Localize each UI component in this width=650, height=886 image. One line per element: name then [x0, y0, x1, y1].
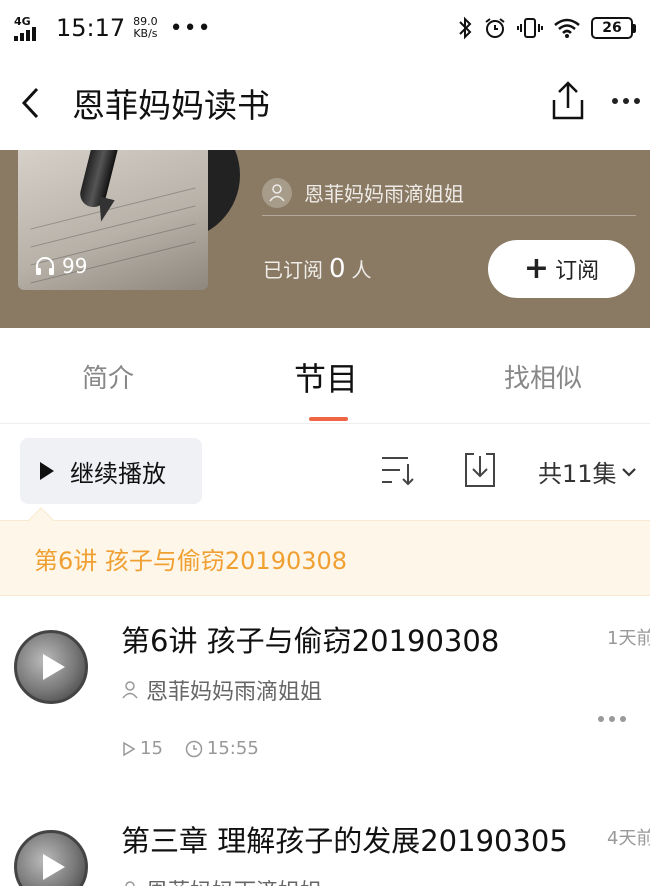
download-icon — [465, 453, 495, 487]
clock-icon — [185, 740, 203, 757]
album-header: 99 恩菲妈妈雨滴姐姐 已订阅 0 人 + 订阅 — [0, 150, 650, 328]
continue-play-button[interactable]: 继续播放 — [20, 438, 202, 504]
wifi-icon — [554, 18, 580, 38]
subscribe-button[interactable]: + 订阅 — [488, 240, 635, 298]
play-icon — [40, 462, 54, 480]
avatar — [262, 177, 292, 208]
episode-stats: 15 15:55 — [122, 738, 259, 759]
more-button[interactable] — [606, 86, 646, 116]
user-icon — [122, 681, 138, 699]
signal-icon: 4G — [14, 16, 48, 41]
battery-icon: 26 — [591, 17, 636, 39]
episode-author: 恩菲妈妈雨滴姐姐 — [122, 874, 322, 886]
tab-bar: 简介 节目 找相似 — [0, 328, 650, 424]
episode-count-dropdown[interactable]: 共11集 — [538, 454, 637, 489]
list-item[interactable]: 第6讲 孩子与偷窃20190308 1天前 恩菲妈妈雨滴姐姐 15 15:55 — [0, 600, 650, 800]
user-icon — [269, 183, 285, 201]
episode-play-button[interactable] — [14, 830, 88, 886]
subscriber-count: 0 — [329, 254, 346, 284]
play-icon — [43, 654, 65, 680]
headphones-icon — [36, 257, 54, 275]
alarm-icon — [485, 18, 505, 38]
episode-play-button[interactable] — [14, 630, 88, 704]
author-row[interactable]: 恩菲妈妈雨滴姐姐 — [262, 170, 636, 216]
tab-similar[interactable]: 找相似 — [504, 358, 582, 395]
active-tab-indicator — [309, 417, 348, 421]
sort-button[interactable] — [378, 450, 418, 490]
page-title: 恩菲妈妈读书 — [72, 86, 270, 125]
chevron-down-icon — [621, 467, 636, 477]
user-icon — [125, 881, 135, 886]
episode-plays: 15 — [140, 738, 163, 759]
share-icon — [552, 81, 584, 120]
nav-bar: 恩菲妈妈读书 — [0, 56, 650, 150]
share-button[interactable] — [546, 78, 590, 126]
sort-icon — [382, 457, 414, 486]
tab-episodes[interactable]: 节目 — [294, 354, 358, 400]
episode-time: 4天前 — [607, 828, 650, 849]
play-icon — [43, 854, 65, 880]
author-name: 恩菲妈妈雨滴姐姐 — [304, 182, 464, 206]
plus-icon: + — [523, 251, 550, 286]
episode-time: 1天前 — [607, 628, 650, 649]
list-item[interactable]: 第三章 理解孩子的发展20190305 4天前 恩菲妈妈雨滴姐姐 — [0, 800, 650, 886]
chevron-left-icon — [21, 87, 39, 119]
episode-title: 第6讲 孩子与偷窃20190308 — [121, 624, 500, 658]
episode-toolbar: 继续播放 共11集 — [0, 424, 650, 520]
episode-author: 恩菲妈妈雨滴姐姐 — [122, 674, 322, 706]
episode-title: 第三章 理解孩子的发展20190305 — [121, 824, 568, 858]
play-count-icon — [123, 741, 136, 756]
tab-intro[interactable]: 简介 — [82, 358, 134, 395]
subscriber-info: 已订阅 0 人 — [263, 254, 372, 284]
download-button[interactable] — [460, 450, 500, 490]
episode-duration: 15:55 — [206, 738, 259, 759]
network-speed: 89.0 KB/s — [133, 15, 158, 40]
last-played-title: 第6讲 孩子与偷窃20190308 — [34, 546, 348, 575]
vibrate-icon — [517, 18, 543, 38]
more-notifications-icon: ••• — [169, 15, 212, 41]
last-played-banner[interactable]: 第6讲 孩子与偷窃20190308 — [0, 507, 650, 596]
play-count: 99 — [34, 254, 87, 278]
back-button[interactable] — [0, 73, 60, 133]
status-bar: 4G 15:17 89.0 KB/s ••• 26 — [0, 0, 650, 56]
status-time: 15:17 — [56, 14, 126, 42]
bluetooth-icon — [459, 16, 472, 40]
episode-more-button[interactable] — [598, 716, 626, 722]
